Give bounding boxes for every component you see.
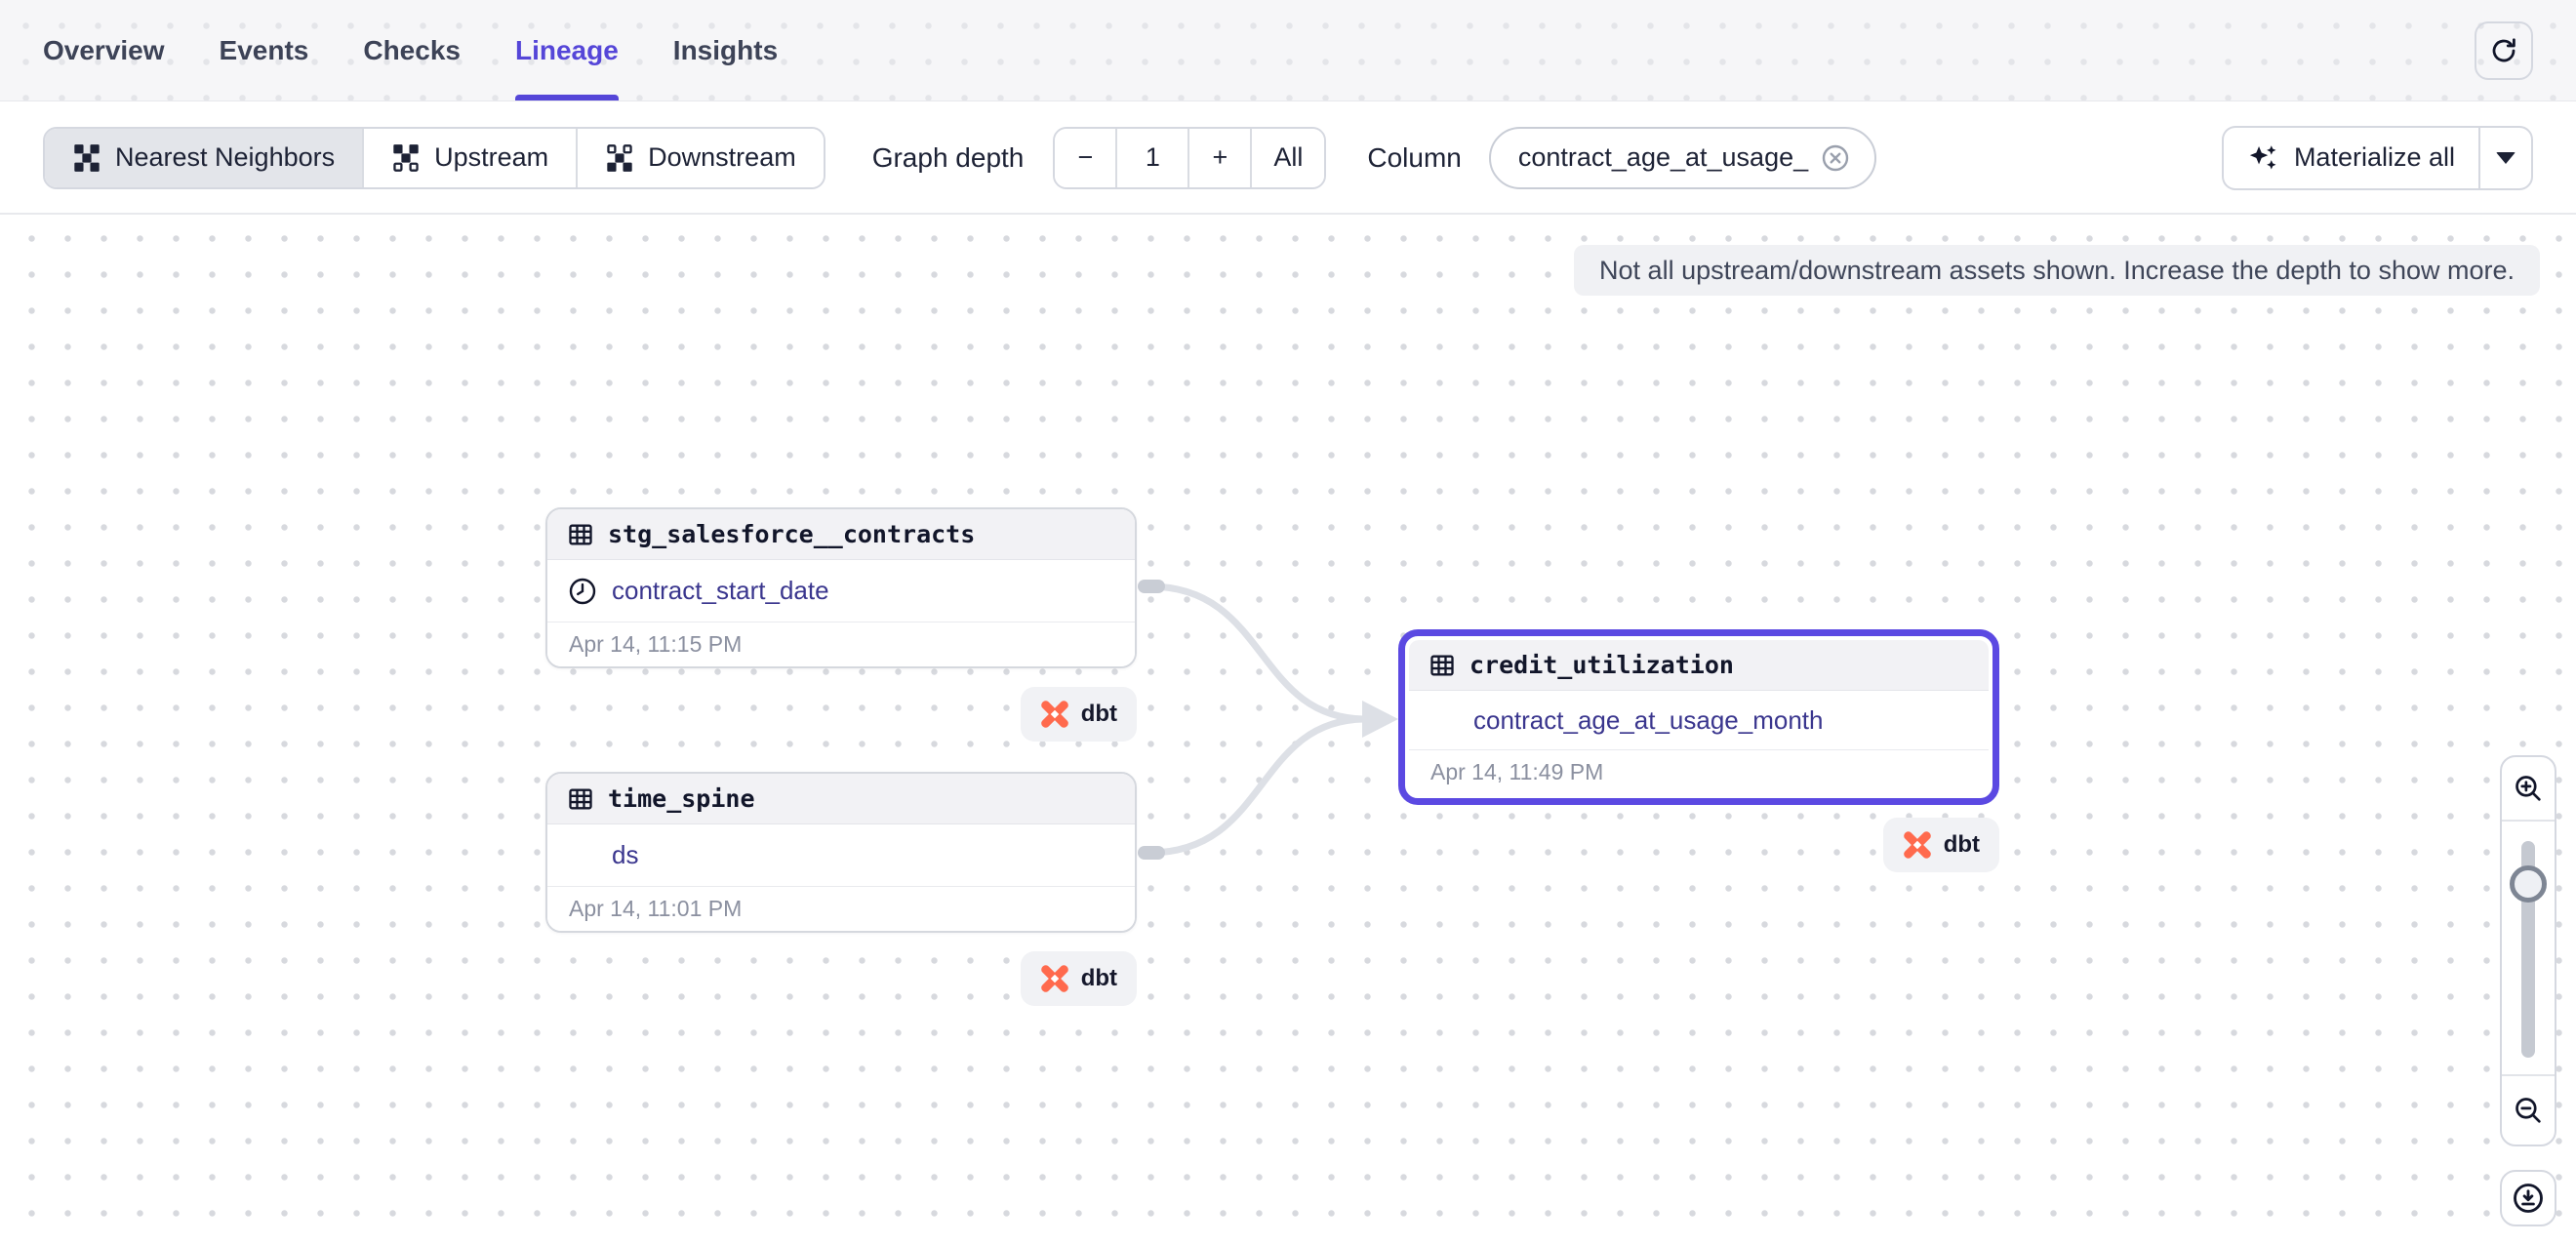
tab-checks[interactable]: Checks: [363, 0, 461, 100]
column-name: contract_age_at_usage_month: [1473, 705, 1824, 736]
node-updated-at: Apr 14, 11:15 PM: [547, 622, 1135, 666]
depth-value[interactable]: 1: [1117, 129, 1189, 187]
mode-nearest-neighbors[interactable]: Nearest Neighbors: [45, 129, 364, 187]
zoom-control-panel: [2500, 755, 2556, 1146]
tab-overview-label: Overview: [43, 35, 165, 66]
tab-lineage-label: Lineage: [515, 35, 619, 66]
mode-downstream[interactable]: Downstream: [578, 129, 824, 187]
lineage-toolbar: Nearest Neighbors Upstream: [0, 102, 2576, 215]
mode-upstream-label: Upstream: [434, 142, 548, 173]
column-row[interactable]: contract_start_date: [547, 560, 1135, 622]
clock-icon: [567, 576, 612, 607]
tab-events-label: Events: [220, 35, 309, 66]
node-title: stg_salesforce__contracts: [608, 520, 975, 548]
node-header: credit_utilization: [1409, 640, 1989, 691]
depth-increase-button[interactable]: +: [1189, 129, 1252, 187]
edge-source-handle: [1138, 580, 1165, 593]
dbt-badge-label: dbt: [1944, 831, 1980, 859]
column-label: Column: [1367, 142, 1461, 174]
depth-notice: Not all upstream/downstream assets shown…: [1574, 245, 2540, 296]
table-icon: [1429, 652, 1456, 679]
dbt-badge-label: dbt: [1081, 701, 1117, 728]
node-time-spine[interactable]: time_spine ds Apr 14, 11:01 PM: [545, 772, 1137, 933]
graph-depth-label: Graph depth: [872, 142, 1025, 174]
mode-nearest-neighbors-label: Nearest Neighbors: [115, 142, 335, 173]
dbt-icon: [1903, 830, 1932, 860]
node-updated-at: Apr 14, 11:49 PM: [1409, 749, 1989, 794]
tab-insights-label: Insights: [673, 35, 778, 66]
depth-all-button[interactable]: All: [1252, 129, 1324, 187]
fit-view-icon: [2511, 1181, 2546, 1216]
edge-source-handle: [1138, 846, 1165, 860]
tab-insights[interactable]: Insights: [673, 0, 778, 100]
dbt-icon: [1040, 700, 1069, 729]
column-name: ds: [612, 840, 638, 870]
close-circle-icon[interactable]: [1820, 142, 1851, 174]
tab-lineage[interactable]: Lineage: [515, 0, 619, 100]
caret-down-icon: [2496, 152, 2516, 164]
column-row[interactable]: ds: [547, 824, 1135, 886]
graph-depth-stepper: − 1 + All: [1053, 127, 1326, 189]
upstream-icon: [391, 143, 421, 173]
downstream-icon: [605, 143, 634, 173]
zoom-slider[interactable]: [2502, 820, 2555, 1076]
node-title: time_spine: [608, 784, 755, 813]
dbt-badge: dbt: [1883, 818, 1999, 872]
materialize-split-button: Materialize all: [2222, 126, 2533, 190]
zoom-out-button[interactable]: [2502, 1076, 2555, 1145]
tab-overview[interactable]: Overview: [43, 0, 165, 100]
refresh-button[interactable]: [2475, 21, 2533, 80]
mode-downstream-label: Downstream: [648, 142, 796, 173]
lineage-edges: [0, 215, 2576, 1245]
lineage-canvas[interactable]: Not all upstream/downstream assets shown…: [0, 215, 2576, 1245]
node-stg-salesforce-contracts[interactable]: stg_salesforce__contracts contract_start…: [545, 507, 1137, 668]
tab-events[interactable]: Events: [220, 0, 309, 100]
materialize-all-label: Materialize all: [2294, 142, 2455, 173]
materialize-all-button[interactable]: Materialize all: [2222, 126, 2478, 190]
dbt-badge: dbt: [1021, 951, 1137, 1006]
table-icon: [567, 521, 594, 548]
mode-toggle-group: Nearest Neighbors Upstream: [43, 127, 825, 189]
node-header: stg_salesforce__contracts: [547, 509, 1135, 560]
column-name: contract_start_date: [612, 576, 829, 606]
dbt-badge-label: dbt: [1081, 965, 1117, 992]
column-row[interactable]: contract_age_at_usage_month: [1409, 691, 1989, 749]
zoom-slider-handle[interactable]: [2510, 865, 2547, 903]
nearest-neighbors-icon: [72, 143, 101, 173]
tab-checks-label: Checks: [363, 35, 461, 66]
mode-upstream[interactable]: Upstream: [364, 129, 578, 187]
refresh-icon: [2488, 35, 2519, 66]
table-icon: [567, 785, 594, 813]
dbt-badge: dbt: [1021, 687, 1137, 742]
materialize-dropdown-button[interactable]: [2478, 126, 2533, 190]
dbt-icon: [1040, 964, 1069, 993]
top-nav-bar: Overview Events Checks Lineage Insights: [0, 0, 2576, 101]
fit-view-button[interactable]: [2500, 1170, 2556, 1226]
node-title: credit_utilization: [1469, 651, 1734, 679]
zoom-in-button[interactable]: [2502, 757, 2555, 820]
column-filter-pill[interactable]: contract_age_at_usage_: [1489, 127, 1876, 189]
depth-decrease-button[interactable]: −: [1055, 129, 1117, 187]
column-filter-value: contract_age_at_usage_: [1518, 142, 1808, 173]
node-credit-utilization-selected[interactable]: credit_utilization contract_age_at_usage…: [1398, 629, 1999, 805]
sparkles-icon: [2247, 141, 2280, 175]
node-header: time_spine: [547, 774, 1135, 824]
zoom-out-icon: [2512, 1094, 2545, 1127]
node-updated-at: Apr 14, 11:01 PM: [547, 886, 1135, 931]
zoom-in-icon: [2512, 772, 2545, 805]
